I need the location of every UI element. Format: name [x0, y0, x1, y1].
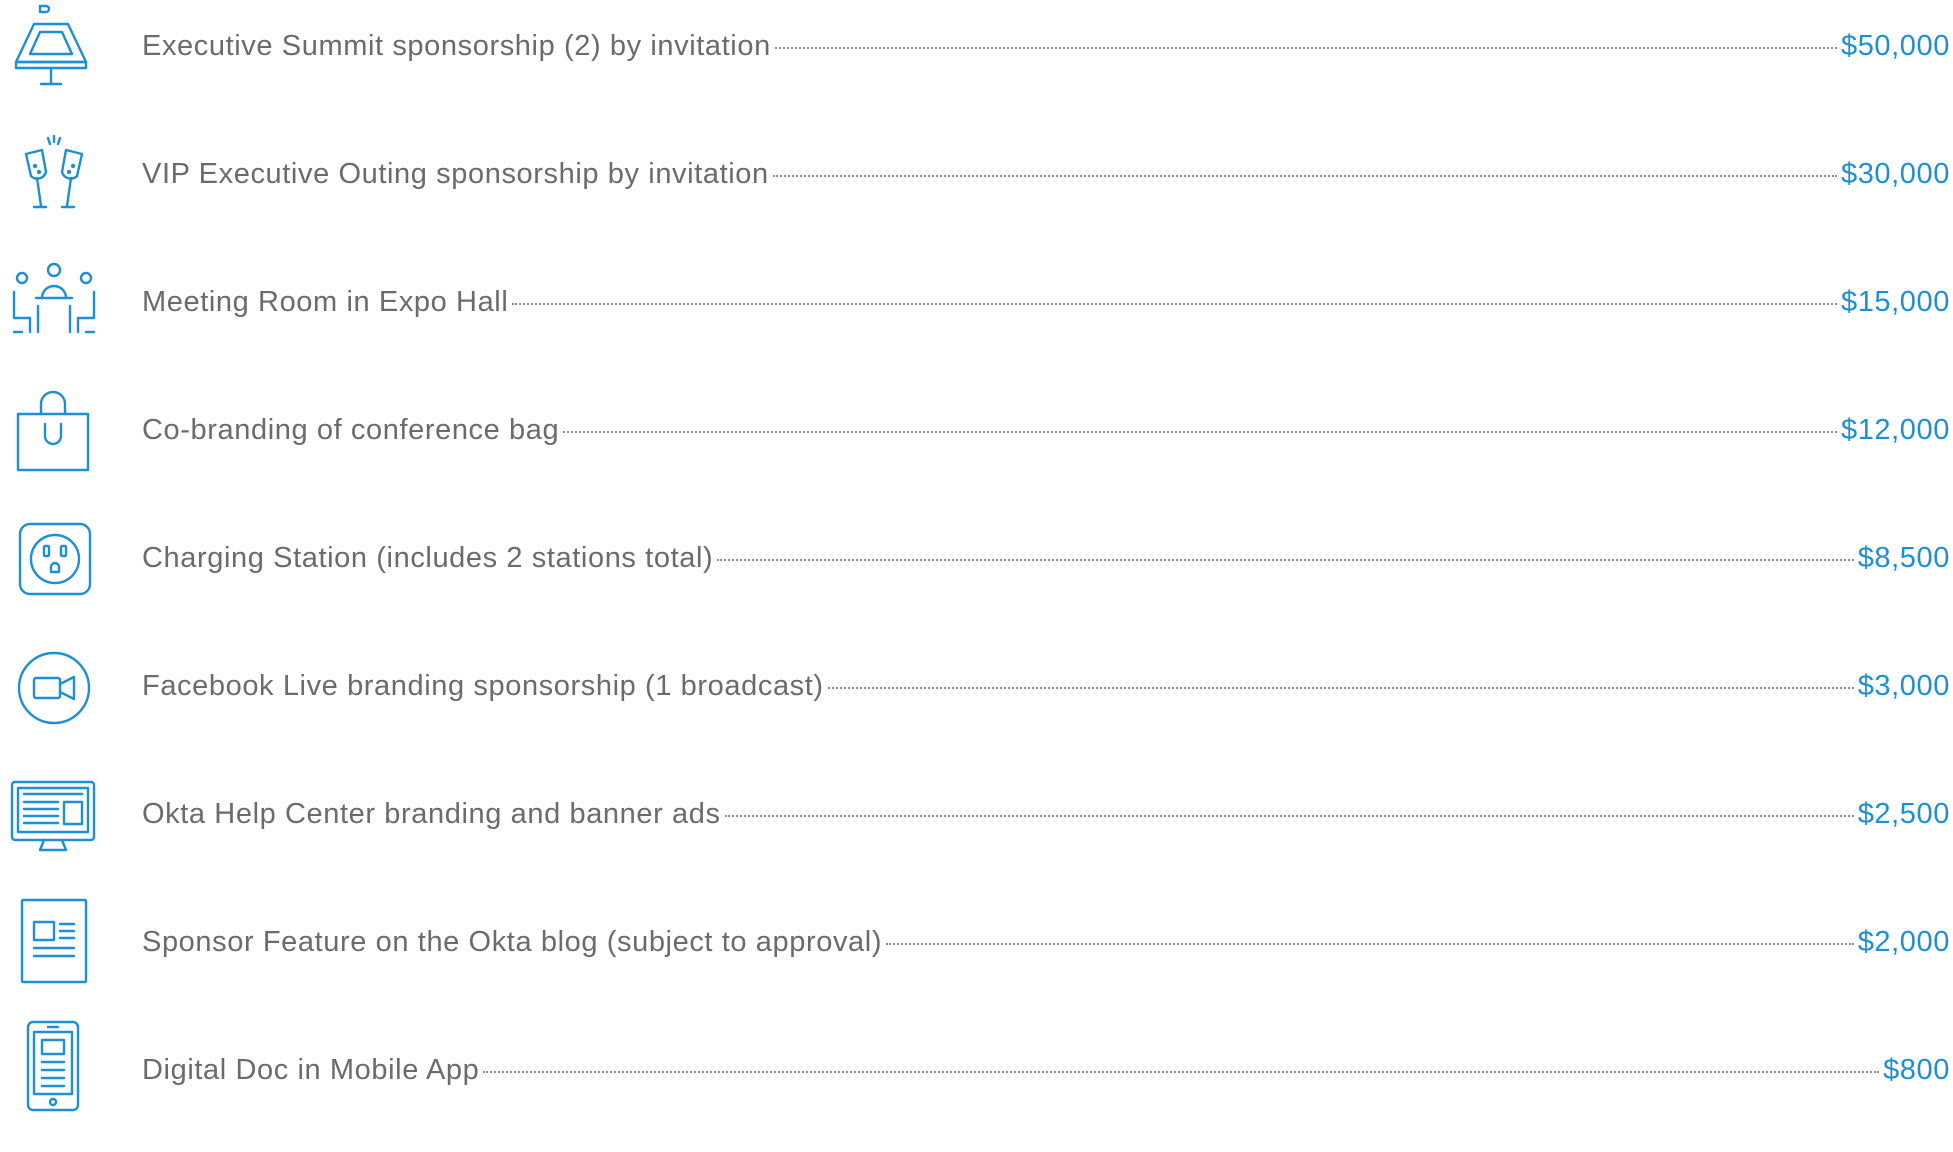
item-line: Sponsor Feature on the Okta blog (subjec…	[142, 922, 1950, 962]
item-line: Meeting Room in Expo Hall $15,000	[142, 282, 1950, 322]
monitor-icon	[8, 772, 100, 864]
list-item: Co-branding of conference bag $12,000	[0, 384, 1953, 512]
dot-leader	[717, 559, 1854, 561]
dot-leader	[563, 431, 1837, 433]
item-line: Digital Doc in Mobile App $800	[142, 1050, 1950, 1090]
item-price: $2,500	[1857, 798, 1950, 830]
item-label: Okta Help Center branding and banner ads	[142, 798, 721, 830]
dot-leader	[724, 815, 1854, 817]
dot-leader	[827, 687, 1854, 689]
item-price: $2,000	[1857, 926, 1950, 958]
item-label: Charging Station (includes 2 stations to…	[142, 542, 714, 574]
item-label: Facebook Live branding sponsorship (1 br…	[142, 670, 824, 702]
item-label: Digital Doc in Mobile App	[142, 1054, 480, 1086]
list-item: VIP Executive Outing sponsorship by invi…	[0, 128, 1953, 256]
podium-icon	[8, 2, 100, 94]
list-item: Sponsor Feature on the Okta blog (subjec…	[0, 896, 1953, 1024]
mobile-phone-icon	[8, 1020, 100, 1112]
dot-leader	[512, 303, 1837, 305]
item-price: $8,500	[1857, 542, 1950, 574]
list-item: Facebook Live branding sponsorship (1 br…	[0, 640, 1953, 768]
list-item: Digital Doc in Mobile App $800	[0, 1020, 1953, 1152]
item-price: $3,000	[1857, 670, 1950, 702]
item-price: $12,000	[1840, 414, 1950, 446]
dot-leader	[772, 175, 1837, 177]
item-line: VIP Executive Outing sponsorship by invi…	[142, 154, 1950, 194]
item-price: $30,000	[1840, 158, 1950, 190]
item-label: VIP Executive Outing sponsorship by invi…	[142, 158, 769, 190]
item-label: Meeting Room in Expo Hall	[142, 286, 509, 318]
item-price: $50,000	[1840, 30, 1950, 62]
shopping-bag-icon	[8, 388, 100, 480]
list-item: Okta Help Center branding and banner ads…	[0, 768, 1953, 896]
dot-leader	[886, 943, 1854, 945]
meeting-room-icon	[8, 258, 100, 350]
item-line: Charging Station (includes 2 stations to…	[142, 538, 1950, 578]
list-item: Executive Summit sponsorship (2) by invi…	[0, 0, 1953, 128]
item-label: Co-branding of conference bag	[142, 414, 560, 446]
item-line: Co-branding of conference bag $12,000	[142, 410, 1950, 450]
item-line: Okta Help Center branding and banner ads…	[142, 794, 1950, 834]
item-label: Sponsor Feature on the Okta blog (subjec…	[142, 926, 883, 958]
dot-leader	[774, 47, 1837, 49]
power-outlet-icon	[8, 516, 100, 608]
sponsorship-price-list: Executive Summit sponsorship (2) by invi…	[0, 0, 1953, 1113]
document-icon	[8, 896, 100, 988]
item-label: Executive Summit sponsorship (2) by invi…	[142, 30, 771, 62]
champagne-toast-icon	[8, 132, 100, 224]
item-line: Facebook Live branding sponsorship (1 br…	[142, 666, 1950, 706]
item-price: $800	[1883, 1054, 1950, 1086]
dot-leader	[483, 1071, 1880, 1073]
list-item: Meeting Room in Expo Hall $15,000	[0, 256, 1953, 384]
video-camera-icon	[8, 646, 100, 738]
item-line: Executive Summit sponsorship (2) by invi…	[142, 26, 1950, 66]
list-item: Charging Station (includes 2 stations to…	[0, 512, 1953, 640]
item-price: $15,000	[1840, 286, 1950, 318]
